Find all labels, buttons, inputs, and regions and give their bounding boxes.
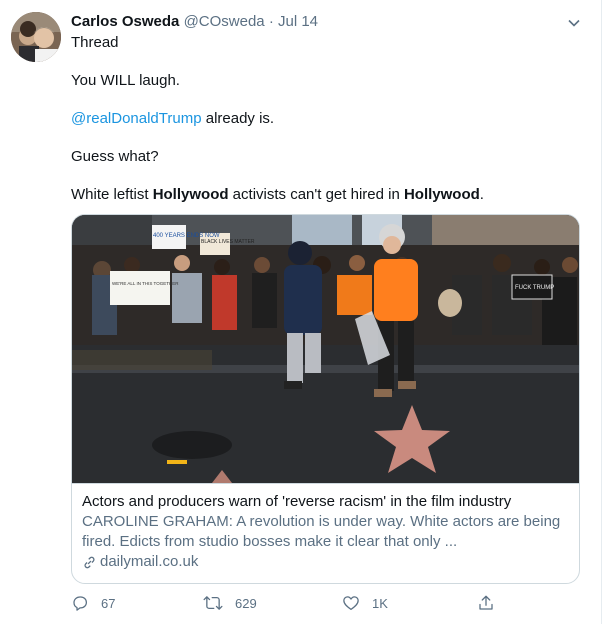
tweet[interactable]: Carlos Osweda @COsweda · Jul 14 Thread Y… xyxy=(0,0,602,624)
card-image[interactable]: 400 YEARS ENDS NOW BLACK LIVES MATTER WE… xyxy=(72,215,579,483)
share-icon xyxy=(479,595,493,610)
retweet-icon xyxy=(203,596,223,610)
tweet-actions: 67 629 1K xyxy=(71,592,511,614)
caret-down-icon[interactable] xyxy=(567,16,581,30)
like-count: 1K xyxy=(372,595,388,611)
bold-hollywood-1: Hollywood xyxy=(152,186,229,203)
reply-count: 67 xyxy=(101,595,116,611)
author-handle[interactable]: @COsweda xyxy=(184,13,265,30)
tweet-line-guess: Guess what? xyxy=(71,148,159,165)
text-part: White leftist xyxy=(71,186,153,203)
card-domain-row[interactable]: dailymail.co.uk xyxy=(82,552,571,572)
tweet-line-hollywood: White leftist Hollywood activists can't … xyxy=(71,185,571,205)
reply-icon xyxy=(73,596,88,611)
link-card[interactable]: 400 YEARS ENDS NOW BLACK LIVES MATTER WE… xyxy=(71,214,580,584)
text-part: activists can't get hired in xyxy=(228,186,404,203)
tweet-header: Carlos Osweda @COsweda · Jul 14 xyxy=(71,12,581,32)
card-domain: dailymail.co.uk xyxy=(100,553,199,570)
retweet-count: 629 xyxy=(235,595,257,611)
tweet-date[interactable]: Jul 14 xyxy=(278,13,318,30)
like-button[interactable]: 1K xyxy=(342,592,388,614)
reply-button[interactable]: 67 xyxy=(71,592,115,614)
like-icon xyxy=(343,596,359,611)
text-part: . xyxy=(479,186,484,203)
protest-sign-2: BLACK LIVES MATTER xyxy=(201,239,255,245)
protest-sign-3: WE'RE ALL IN THIS TOGETHER xyxy=(112,281,179,286)
author-name[interactable]: Carlos Osweda xyxy=(71,13,179,30)
mention-suffix: already is. xyxy=(201,110,275,127)
thread-label: Thread xyxy=(71,34,119,51)
link-icon xyxy=(84,556,95,568)
card-info[interactable]: Actors and producers warn of 'reverse ra… xyxy=(72,483,579,583)
card-title[interactable]: Actors and producers warn of 'reverse ra… xyxy=(82,492,571,512)
mention-link[interactable]: @realDonaldTrump xyxy=(71,110,202,127)
tweet-line-mention: @realDonaldTrump already is. xyxy=(71,109,571,129)
protest-sign-4: FUCK TRUMP xyxy=(515,285,554,291)
share-button[interactable] xyxy=(477,592,507,614)
card-description: CAROLINE GRAHAM: A revolution is under w… xyxy=(82,513,561,550)
bold-hollywood-2: Hollywood xyxy=(403,186,480,203)
tweet-line-laugh: You WILL laugh. xyxy=(71,72,180,89)
separator: · xyxy=(268,13,274,30)
retweet-button[interactable]: 629 xyxy=(203,592,257,614)
avatar[interactable] xyxy=(11,12,61,62)
